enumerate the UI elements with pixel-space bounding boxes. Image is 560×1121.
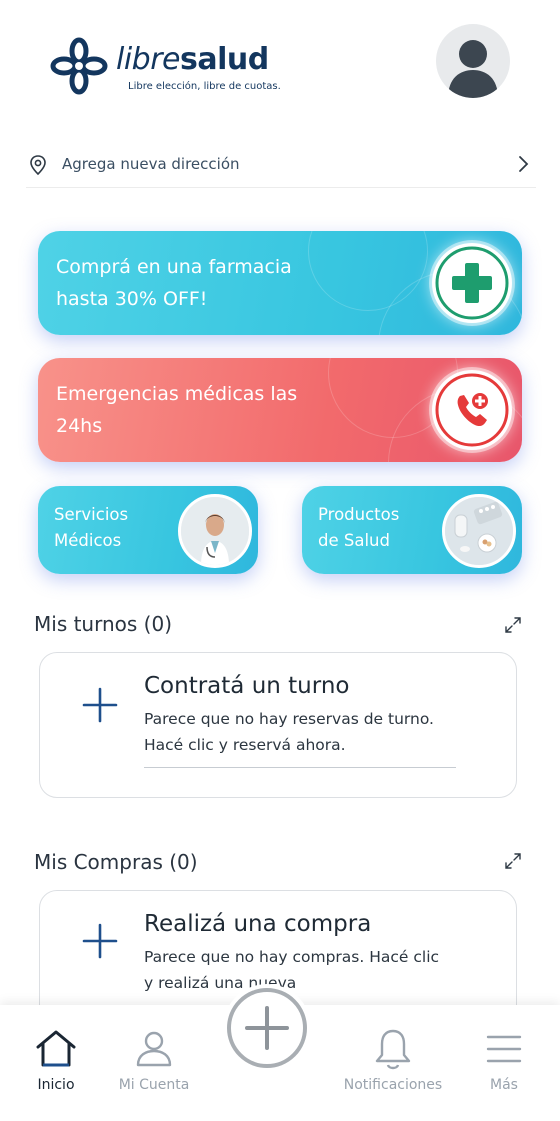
avatar[interactable]	[436, 24, 510, 98]
products-line2: de Salud	[318, 531, 390, 550]
nav-notificaciones[interactable]: Notificaciones	[340, 1005, 446, 1121]
pills-photo	[442, 494, 516, 568]
pharmacy-promo-line1: Comprá en una farmacia	[56, 256, 292, 278]
compras-card-desc-line2: y realizá una nueva	[144, 974, 297, 992]
user-icon	[136, 1031, 172, 1067]
expand-icon[interactable]	[504, 616, 522, 634]
turnos-card-desc-line1: Parece que no hay reservas de turno.	[144, 710, 434, 728]
pharmacy-promo-card[interactable]: Comprá en una farmacia hasta 30% OFF!	[38, 231, 522, 335]
emergency-badge	[432, 370, 512, 450]
add-address-row[interactable]: Agrega nueva dirección	[26, 142, 536, 188]
bell-icon	[375, 1029, 411, 1070]
compras-card-desc-line1: Parece que no hay compras. Hacé clic	[144, 948, 440, 966]
home-icon	[36, 1030, 76, 1067]
plus-icon	[245, 1006, 289, 1050]
nav-mi-cuenta-label: Mi Cuenta	[118, 1077, 190, 1093]
health-products-card[interactable]: Productos de Salud	[302, 486, 522, 574]
logo-tagline: Libre elección, libre de cuotas.	[128, 81, 281, 92]
nav-notificaciones-label: Notificaciones	[343, 1077, 443, 1093]
logo-wordmark: libresalud	[116, 42, 269, 77]
pharmacy-promo-line2: hasta 30% OFF!	[56, 288, 208, 310]
librsalud-logo[interactable]: libresalud Libre elección, libre de cuot…	[50, 36, 290, 98]
doctor-photo	[178, 494, 252, 568]
pills-illustration	[445, 497, 513, 565]
nav-mas-label: Más	[490, 1077, 518, 1093]
nav-mas[interactable]: Más	[470, 1005, 538, 1121]
plus-icon	[82, 687, 118, 723]
location-pin-icon	[30, 155, 46, 176]
add-action-button[interactable]	[227, 988, 307, 1068]
turnos-card-desc-line2: Hacé clic y reservá ahora.	[144, 736, 346, 754]
user-silhouette-icon	[448, 40, 498, 98]
phone-plus-icon	[435, 373, 509, 447]
pharmacy-badge	[432, 243, 512, 323]
nav-inicio-label: Inicio	[37, 1077, 75, 1093]
nav-mi-cuenta[interactable]: Mi Cuenta	[110, 1005, 198, 1121]
expand-icon[interactable]	[504, 852, 522, 870]
medical-services-card[interactable]: Servicios Médicos	[38, 486, 258, 574]
nav-inicio[interactable]: Inicio	[14, 1005, 98, 1121]
emergency-promo-card[interactable]: Emergencias médicas las 24hs	[38, 358, 522, 462]
logo-salud: salud	[180, 42, 269, 77]
services-line2: Médicos	[54, 531, 122, 550]
compras-card-title: Realizá una compra	[144, 911, 372, 937]
services-line1: Servicios	[54, 505, 129, 524]
divider	[144, 767, 456, 768]
turnos-card[interactable]: Contratá un turno Parece que no hay rese…	[39, 652, 517, 798]
products-line1: Productos	[318, 505, 400, 524]
plus-icon	[82, 923, 118, 959]
logo-libre: libre	[116, 42, 181, 77]
header: libresalud Libre elección, libre de cuot…	[0, 0, 560, 130]
turnos-card-title: Contratá un turno	[144, 673, 350, 699]
compras-section-title: Mis Compras (0)	[34, 850, 198, 874]
plus-cross-icon	[435, 246, 509, 320]
emergency-promo-line1: Emergencias médicas las	[56, 383, 298, 405]
address-label: Agrega nueva dirección	[62, 155, 240, 173]
menu-icon	[486, 1035, 522, 1063]
doctor-illustration	[181, 497, 249, 565]
emergency-promo-line2: 24hs	[56, 415, 103, 437]
chevron-right-icon	[519, 156, 529, 172]
turnos-section-title: Mis turnos (0)	[34, 612, 172, 636]
logo-mark-icon	[50, 37, 108, 95]
